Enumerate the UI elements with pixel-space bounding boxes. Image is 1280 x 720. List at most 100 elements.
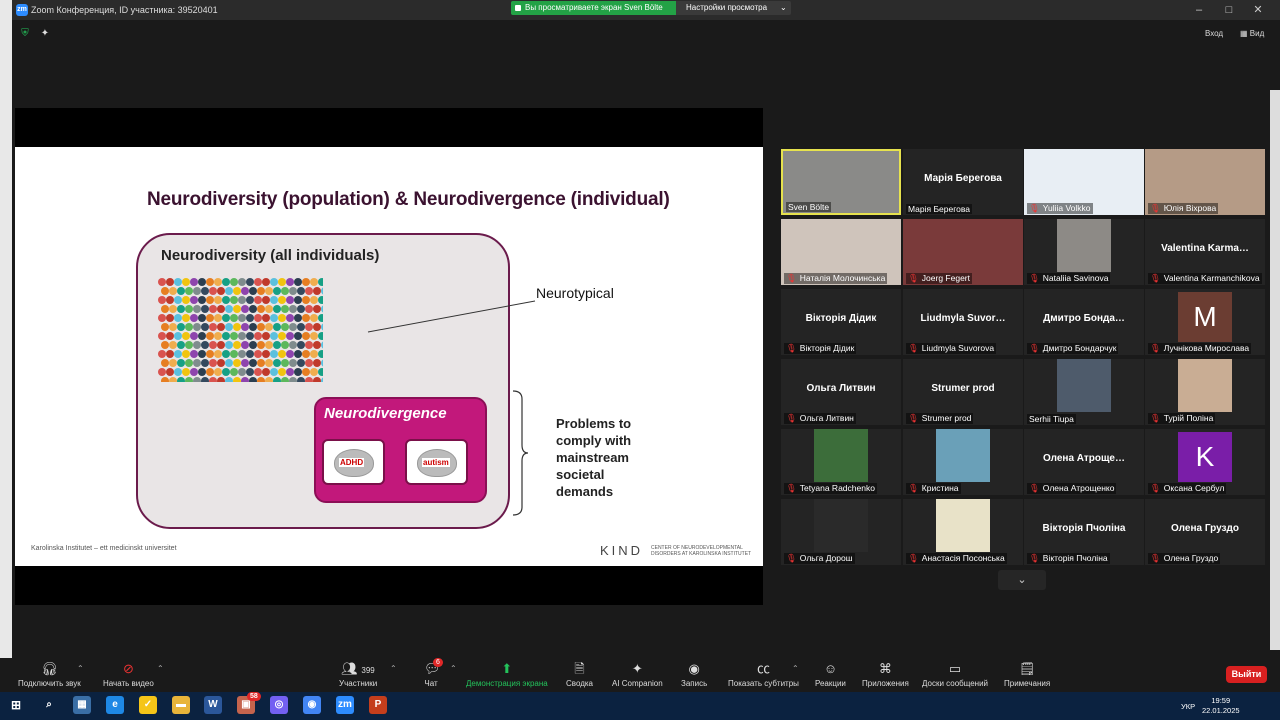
crowd-person [198, 332, 206, 340]
record-button[interactable]: ◉ Запись [681, 662, 707, 689]
participant-tile[interactable]: Вікторія Дідик 🎙︎ Вікторія Дідик [781, 289, 901, 355]
crowd-person [302, 350, 310, 358]
participant-tile[interactable]: Олена Груздо 🎙︎ Олена Груздо [1145, 499, 1265, 565]
ai-companion-button[interactable]: ✦ AI Companion [612, 662, 663, 689]
chat-caret-icon[interactable]: ⌃ [450, 664, 457, 673]
participant-tile[interactable]: 🎙︎ Анастасія Посонська [903, 499, 1023, 565]
crowd-person [222, 278, 230, 286]
participant-tile[interactable]: 🎙︎ Joerg Fegert [903, 219, 1023, 285]
participant-tile[interactable]: Ольга Литвин 🎙︎ Ольга Литвин [781, 359, 901, 425]
crowd-person [249, 377, 257, 382]
video-caret-icon[interactable]: ⌃ [157, 664, 164, 673]
crowd-person [214, 332, 222, 340]
photos-icon[interactable]: ▣ 58 [237, 692, 261, 714]
whiteboards-button[interactable]: ▭ Доски сообщений [922, 662, 988, 689]
participants-caret-icon[interactable]: ⌃ [390, 664, 397, 673]
crowd-person [214, 368, 222, 376]
participant-name-label: 🎙︎ Nataliia Savinova [1027, 273, 1111, 284]
participant-tile[interactable]: 🎙︎ Ольга Дорош [781, 499, 901, 565]
maximize-icon[interactable]: □ [1222, 3, 1236, 17]
crowd-person [273, 377, 281, 382]
participant-tile[interactable]: M 🎙︎ Лучнікова Мирослава [1145, 289, 1265, 355]
participant-tile[interactable]: Liudmyla Suvor… 🎙︎ Liudmyla Suvorova [903, 289, 1023, 355]
minimize-icon[interactable]: – [1192, 3, 1206, 17]
reactions-button[interactable]: ☺ Реакции [815, 662, 846, 689]
participant-tile[interactable]: Sven Bölte [781, 149, 901, 215]
participant-tile[interactable]: Strumer prod 🎙︎ Strumer prod [903, 359, 1023, 425]
gallery-next-page-button[interactable]: ⌄ [998, 570, 1046, 590]
crowd-person [281, 287, 289, 295]
participant-tile[interactable]: Serhii Tiupa [1024, 359, 1144, 425]
crowd-person [198, 350, 206, 358]
share-screen-button[interactable]: ⬆ Демонстрация экрана [466, 662, 548, 689]
notes-button[interactable]: 🗒︎ Примечания [1004, 662, 1050, 689]
enter-button[interactable]: Вход [1205, 29, 1223, 38]
neurodivergence-label: Neurodivergence [324, 405, 447, 422]
captions-caret-icon[interactable]: ⌃ [792, 664, 799, 673]
crowd-person [310, 278, 318, 286]
chrome-icon[interactable]: ◉ [303, 696, 321, 714]
edge-icon[interactable]: e [106, 696, 124, 714]
participant-tile[interactable]: Вікторія Пчоліна 🎙︎ Вікторія Пчоліна [1024, 499, 1144, 565]
participant-tile[interactable]: 🎙︎ Nataliia Savinova [1024, 219, 1144, 285]
view-button[interactable]: ▦ Вид [1240, 29, 1264, 38]
captions-button[interactable]: ㏄ Показать субтитры [728, 662, 799, 689]
norton-icon[interactable]: ✓ [139, 696, 157, 714]
crowd-person [281, 341, 289, 349]
participant-tile[interactable]: 🎙︎ Tetyana Radchenko [781, 429, 901, 495]
language-indicator[interactable]: УКР [1181, 702, 1195, 711]
close-icon[interactable]: ✕ [1251, 3, 1265, 17]
crowd-person [310, 332, 318, 340]
participant-name: Valentina Karmanchikova [1163, 273, 1260, 283]
audio-caret-icon[interactable]: ⌃ [77, 664, 84, 673]
participant-tile[interactable]: Марія Берегова Марія Берегова [903, 149, 1023, 215]
participant-tile[interactable]: Дмитро Бонда… 🎙︎ Дмитро Бондарчук [1024, 289, 1144, 355]
crowd-person [313, 323, 321, 331]
participant-name: Ольга Дорош [799, 553, 853, 563]
powerpoint-icon[interactable]: P [369, 696, 387, 714]
participant-tile[interactable]: 🎙︎ Кристина [903, 429, 1023, 495]
participant-name: Юлія Віхрова [1163, 203, 1217, 213]
crowd-person [182, 278, 190, 286]
encryption-shield-icon[interactable]: ⛨ [19, 28, 31, 40]
participant-tile[interactable]: 🎙︎ Yuliia Volkko [1024, 149, 1144, 215]
join-audio-button[interactable]: 🎧︎ Подключить звук [18, 662, 81, 689]
crowd-person [241, 305, 249, 313]
viber-icon[interactable]: ◎ [270, 696, 288, 714]
apps-button[interactable]: ⌘ Приложения [862, 662, 909, 689]
search-icon[interactable]: ⌕ [40, 696, 58, 714]
summary-button[interactable]: 🗎 Сводка [566, 662, 593, 689]
crowd-person [286, 314, 294, 322]
crowd-person [281, 323, 289, 331]
view-options-button[interactable]: Настройки просмотра ⌄ [676, 1, 791, 15]
participant-tile[interactable]: Олена Атроще… 🎙︎ Олена Атрощенко [1024, 429, 1144, 495]
view-options-label: Настройки просмотра [686, 3, 768, 12]
participant-tile[interactable]: 🎙︎ Юлія Віхрова [1145, 149, 1265, 215]
leave-button[interactable]: Выйти [1226, 666, 1267, 683]
chat-button[interactable]: 💬︎ 6 Чат [424, 658, 443, 688]
participant-tile[interactable]: 🎙︎ Наталія Молочинська [781, 219, 901, 285]
crowd-person [185, 377, 193, 382]
participant-tile[interactable]: K 🎙︎ Оксана Сербул [1145, 429, 1265, 495]
crowd-person [217, 359, 225, 367]
crowd-person [305, 305, 313, 313]
participant-tile[interactable]: 🎙︎ Турій Поліна [1145, 359, 1265, 425]
start-video-button[interactable]: ⊘ Начать видео [103, 662, 154, 689]
participant-name: Кристина [921, 483, 959, 493]
participant-tile[interactable]: Valentina Karma… 🎙︎ Valentina Karmanchikov… [1145, 219, 1265, 285]
crowd-person [214, 350, 222, 358]
taskbar-clock[interactable]: 19:59 22.01.2025 [1202, 696, 1240, 716]
participants-button[interactable]: 👥︎ 399 Участники [339, 662, 377, 689]
crowd-person [217, 323, 225, 331]
crowd-person [310, 314, 318, 322]
mic-muted-icon: 🎙︎ [1029, 203, 1040, 213]
crowd-person [289, 341, 297, 349]
windows-start-icon[interactable]: ⊞ [7, 696, 25, 714]
zoom-icon[interactable]: zm [336, 696, 354, 714]
crowd-person [206, 314, 214, 322]
word-icon[interactable]: W [204, 696, 222, 714]
calculator-icon[interactable]: ▦ [73, 696, 91, 714]
sparkle-icon[interactable]: ✦ [39, 28, 51, 40]
folder-icon[interactable]: ▬ [172, 696, 190, 714]
crowd-person [230, 278, 238, 286]
